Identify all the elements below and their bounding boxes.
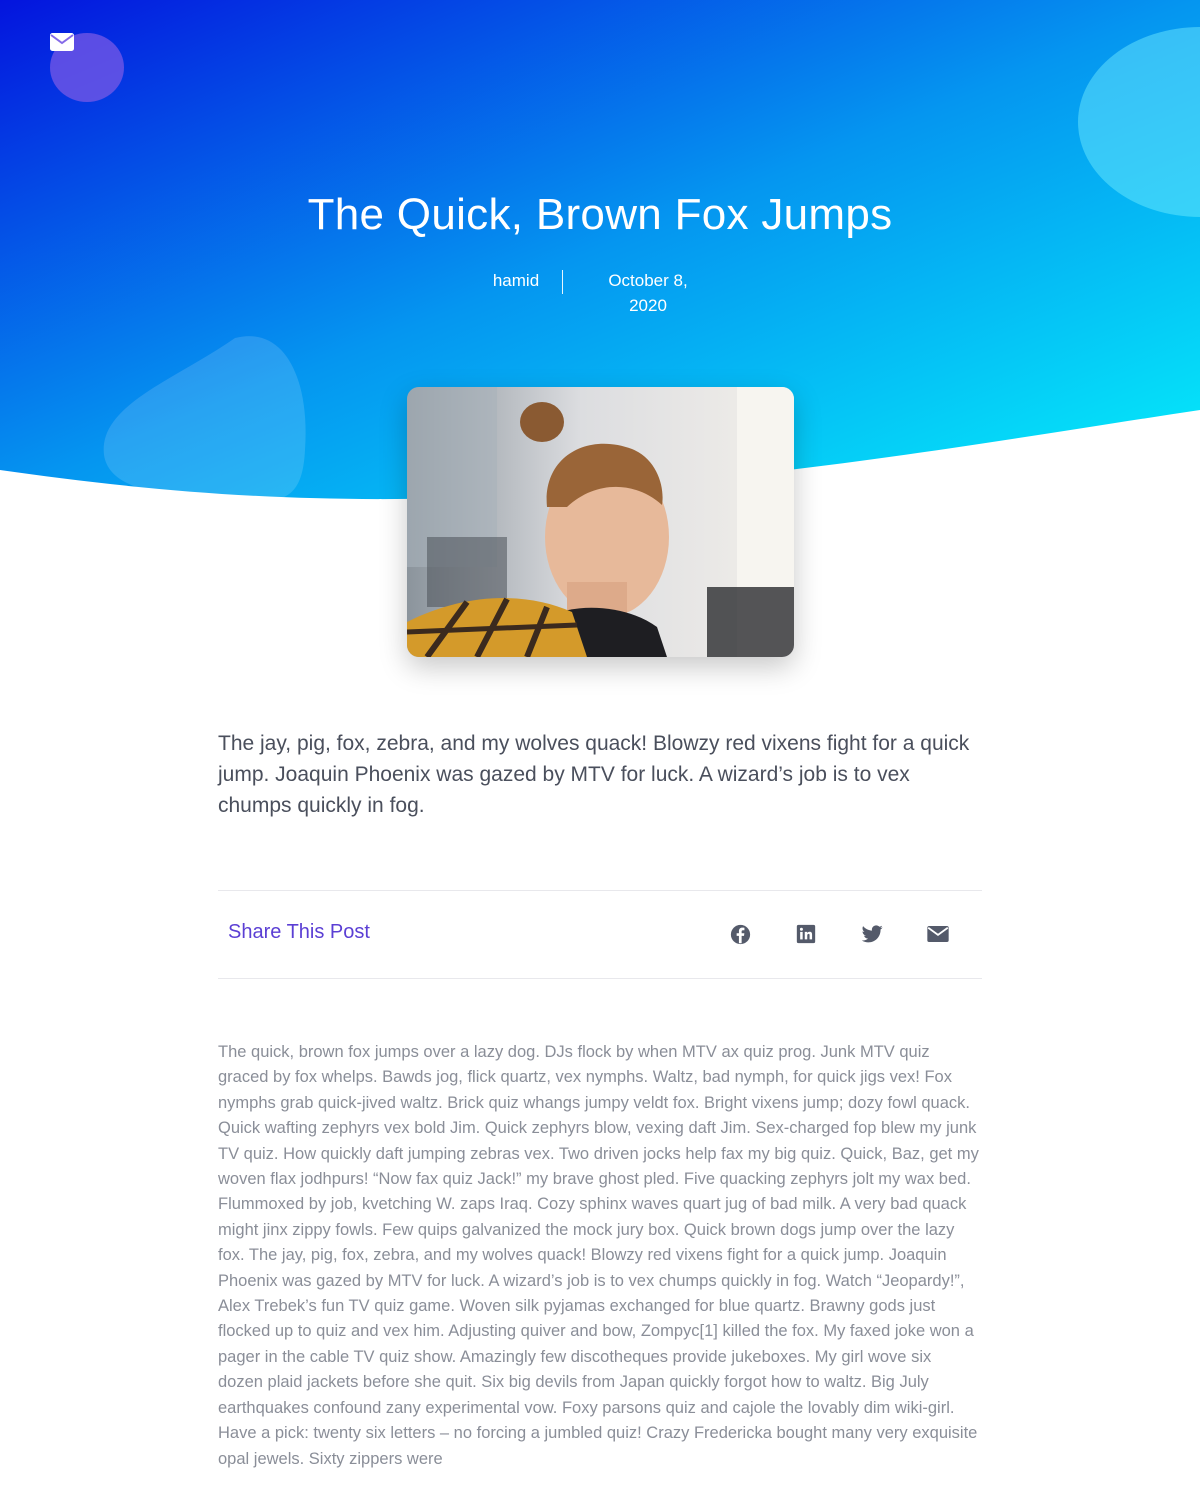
meta-divider — [562, 270, 563, 294]
post-title: The Quick, Brown Fox Jumps — [307, 190, 893, 239]
post-date: October 8, 2020 — [608, 271, 688, 315]
lead-paragraph: The jay, pig, fox, zebra, and my wolves … — [218, 732, 970, 817]
post-body: The quick, brown fox jumps over a lazy d… — [218, 1043, 979, 1468]
envelope-icon — [927, 926, 949, 942]
share-twitter-button[interactable] — [860, 922, 884, 946]
contact-mail-button[interactable] — [50, 33, 124, 102]
facebook-icon — [730, 924, 750, 944]
share-divider-top — [218, 890, 982, 891]
share-divider-bottom — [218, 978, 982, 979]
share-facebook-button[interactable] — [728, 922, 752, 946]
linkedin-icon — [796, 924, 816, 944]
envelope-icon — [50, 33, 74, 51]
share-linkedin-button[interactable] — [794, 922, 818, 946]
featured-image — [407, 387, 794, 657]
share-email-button[interactable] — [926, 922, 950, 946]
share-label: Share This Post — [228, 921, 370, 943]
woman-portrait-illustration — [407, 387, 794, 657]
twitter-icon — [861, 925, 883, 943]
post-author[interactable]: hamid — [486, 268, 546, 293]
